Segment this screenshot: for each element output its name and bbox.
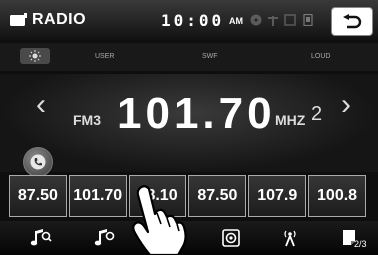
music-note-icon <box>30 229 52 246</box>
preset-button-6[interactable]: 100.8 <box>308 175 366 217</box>
music-note-icon <box>94 229 115 246</box>
disc-status-icon <box>250 14 262 26</box>
preset-button-1[interactable]: 87.50 <box>9 175 67 217</box>
chevron-right-icon[interactable]: › <box>341 90 351 120</box>
unit-label: MHZ <box>275 112 306 128</box>
preset-number: 2 <box>311 103 323 125</box>
page-indicator: 2/3 <box>354 239 367 249</box>
app-title: RADIO <box>32 11 87 28</box>
preset-button-2[interactable]: 101.70 <box>68 175 127 217</box>
card-status-icon <box>303 14 313 26</box>
scan-button[interactable] <box>218 226 244 250</box>
band-label[interactable]: FM3 <box>73 112 101 128</box>
preset-button-4[interactable]: 87.50 <box>188 175 247 217</box>
frequency-display: 101.70 <box>117 89 276 138</box>
storage-status-icon <box>284 14 296 26</box>
antenna-button[interactable] <box>277 226 303 250</box>
preset-button-5[interactable]: 107.9 <box>248 175 307 217</box>
pointing-hand-icon <box>132 185 187 255</box>
loud-mode-label[interactable]: LOUD <box>311 53 330 60</box>
audio-mode-bar: USER SWF LOUD <box>0 43 378 71</box>
back-arrow-icon <box>343 13 362 28</box>
music-search-button[interactable] <box>28 226 54 250</box>
bottom-toolbar <box>0 221 378 255</box>
antenna-icon <box>284 230 296 247</box>
signal-status-icon <box>268 16 278 26</box>
phone-button[interactable] <box>23 147 53 177</box>
brightness-button[interactable] <box>20 48 50 64</box>
frequency-panel: ‹ FM3 101.70 MHZ 2 › <box>0 74 378 177</box>
swf-mode-label[interactable]: SWF <box>202 53 218 60</box>
clock: 10:00 <box>161 11 225 30</box>
chevron-left-icon[interactable]: ‹ <box>36 90 46 120</box>
status-bar: RADIO 10:00 AM <box>0 0 378 40</box>
sun-icon <box>29 50 41 62</box>
clock-ampm: AM <box>229 16 243 26</box>
back-button[interactable] <box>331 7 373 36</box>
music-add-button[interactable] <box>92 226 118 250</box>
radio-icon <box>10 13 27 26</box>
phone-icon <box>30 154 46 170</box>
radio-screen: RADIO 10:00 AM USER SWF LOUD ‹ FM3 101.7… <box>0 0 378 255</box>
scan-icon <box>222 229 240 247</box>
user-mode-label[interactable]: USER <box>95 53 114 60</box>
